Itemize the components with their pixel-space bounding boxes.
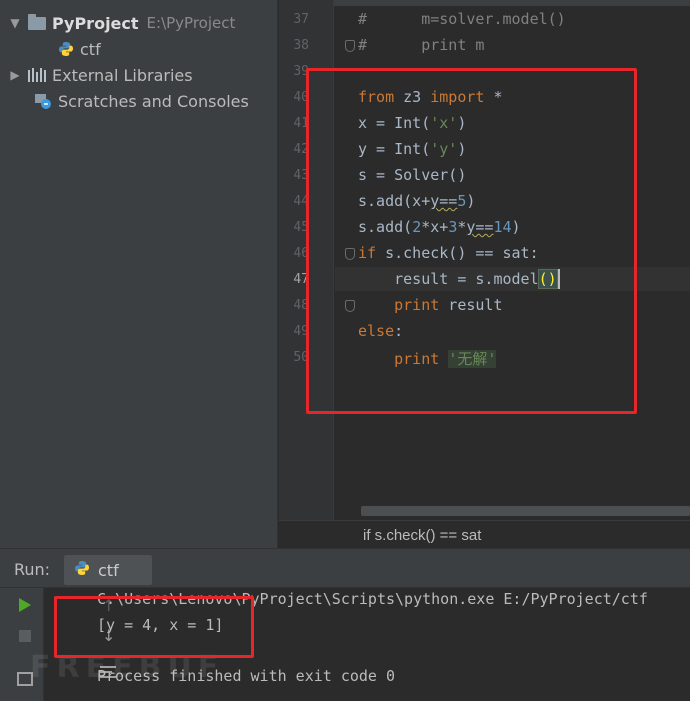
warning-squiggle[interactable]: y== <box>466 218 493 236</box>
watermark-logo: FREEBUF <box>30 650 225 685</box>
line-number: 41 <box>293 116 309 131</box>
folder-icon <box>28 13 46 30</box>
code-line-49: else: <box>358 322 404 340</box>
line-number: 44 <box>293 194 309 209</box>
code-line-37: # m=solver.model() <box>358 10 566 28</box>
rerun-icon[interactable] <box>19 598 31 612</box>
console-result-line: [y = 4, x = 1] <box>97 616 224 634</box>
code-line-44: s.add(x+y==5) <box>358 192 476 210</box>
code-line-48: print result <box>394 296 503 314</box>
line-number: 50 <box>293 350 309 365</box>
run-label: Run: <box>14 560 51 579</box>
tree-item-ctf[interactable]: ctf <box>58 36 101 62</box>
code-line-40: from z3 import * <box>358 88 503 106</box>
fold-marker-icon[interactable] <box>345 40 355 52</box>
run-header: Run: ctf <box>0 548 690 588</box>
code-editor[interactable]: 37 38 39 40 41 42 43 44 45 46 47 48 49 5… <box>279 0 690 548</box>
python-icon <box>74 560 90 580</box>
code-line-50: print '无解' <box>358 348 497 369</box>
breadcrumb-bar: if s.check() == sat <box>279 520 690 548</box>
keyword: else <box>358 322 395 340</box>
libraries-icon <box>28 68 46 82</box>
tree-item-external-libraries[interactable]: ▶ External Libraries <box>8 62 193 88</box>
comment-hash: # <box>358 36 368 54</box>
tree-item-project-root[interactable]: ▼ PyProject E:\PyProject <box>8 10 235 36</box>
horizontal-scrollbar[interactable] <box>361 506 690 516</box>
comment-text: print m <box>421 36 485 54</box>
keyword: print <box>394 296 440 314</box>
text-caret <box>558 269 560 289</box>
warning-squiggle[interactable]: y== <box>430 192 457 210</box>
run-tab-ctf[interactable]: ctf <box>64 555 152 585</box>
console-command-line: C:\Users\Lenovo\PyProject\Scripts\python… <box>97 590 648 608</box>
tree-item-scratches[interactable]: Scratches and Consoles <box>34 88 249 114</box>
project-panel: ▼ PyProject E:\PyProject ctf ▶ External … <box>0 0 278 548</box>
code-line-41: x = Int('x') <box>358 114 467 132</box>
line-number: 39 <box>293 64 309 79</box>
keyword: import <box>430 88 485 106</box>
scratches-icon <box>34 93 52 109</box>
line-number: 49 <box>293 324 309 339</box>
python-file-icon <box>58 41 74 57</box>
chevron-right-icon[interactable]: ▶ <box>8 68 22 82</box>
tree-file-label: ctf <box>80 39 101 59</box>
code-line-45: s.add(2*x+3*y==14) <box>358 218 521 236</box>
keyword: print <box>394 350 440 368</box>
fold-marker-icon[interactable] <box>345 248 355 260</box>
comment-hash: # <box>358 10 368 28</box>
string-literal: 'x' <box>430 114 458 132</box>
code-line-43: s = Solver() <box>358 166 467 184</box>
line-number: 37 <box>293 12 309 27</box>
tree-label-scratches: Scratches and Consoles <box>58 91 249 111</box>
line-number: 46 <box>293 246 309 261</box>
chevron-down-icon[interactable]: ▼ <box>8 16 22 30</box>
editor-tab-strip <box>279 0 690 6</box>
stop-icon[interactable] <box>19 630 31 642</box>
breadcrumb[interactable]: if s.check() == sat <box>363 527 481 544</box>
code-line-42: y = Int('y') <box>358 140 467 158</box>
keyword: from <box>358 88 395 106</box>
line-number: 38 <box>293 38 309 53</box>
line-number-current: 47 <box>293 272 309 287</box>
code-line-47: result = s.model() <box>394 269 558 289</box>
code-line-46: if s.check() == sat: <box>358 244 539 262</box>
line-number: 40 <box>293 90 309 105</box>
line-number: 48 <box>293 298 309 313</box>
line-number: 43 <box>293 168 309 183</box>
line-number: 42 <box>293 142 309 157</box>
line-number: 45 <box>293 220 309 235</box>
comment-text: m=solver.model() <box>421 10 566 28</box>
fold-marker-icon[interactable] <box>345 300 355 312</box>
matched-paren: () <box>537 269 558 289</box>
project-name: PyProject <box>52 13 139 33</box>
project-path: E:\PyProject <box>146 14 236 32</box>
keyword: if <box>358 244 377 262</box>
string-literal: '无解' <box>448 350 497 368</box>
string-literal: 'y' <box>430 140 458 158</box>
code-line-38: # print m <box>358 36 484 54</box>
tree-label-external-libraries: External Libraries <box>52 65 193 85</box>
run-tab-label: ctf <box>98 560 119 580</box>
